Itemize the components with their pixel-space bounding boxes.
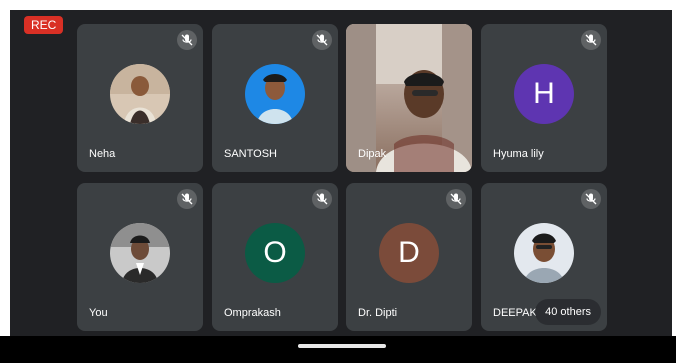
top-crop-strip bbox=[0, 0, 676, 10]
participant-name: Omprakash bbox=[224, 307, 281, 319]
participant-tile-dr-dipti[interactable]: D Dr. Dipti bbox=[346, 183, 472, 331]
mic-muted-icon bbox=[177, 30, 197, 50]
participant-tile-deepak[interactable]: DEEPAK 40 others bbox=[481, 183, 607, 331]
participant-tile-neha[interactable]: Neha bbox=[77, 24, 203, 172]
participant-name: You bbox=[89, 307, 108, 319]
meeting-screen: REC Neha SANTOSH Dipak H Hyuma lily You … bbox=[10, 10, 672, 346]
avatar-letter: D bbox=[398, 236, 420, 269]
participant-tile-omprakash[interactable]: O Omprakash bbox=[212, 183, 338, 331]
participant-name: SANTOSH bbox=[224, 148, 277, 160]
avatar bbox=[514, 223, 574, 283]
mic-muted-icon bbox=[177, 189, 197, 209]
mic-muted-icon bbox=[312, 30, 332, 50]
avatar: O bbox=[245, 223, 305, 283]
mic-muted-icon bbox=[446, 189, 466, 209]
participant-tile-hyuma-lily[interactable]: H Hyuma lily bbox=[481, 24, 607, 172]
avatar bbox=[110, 223, 170, 283]
mic-muted-icon bbox=[581, 189, 601, 209]
avatar: H bbox=[514, 64, 574, 124]
home-indicator[interactable] bbox=[298, 344, 386, 348]
participant-tile-dipak[interactable]: Dipak bbox=[346, 24, 472, 172]
participant-name: DEEPAK bbox=[493, 307, 537, 319]
android-nav-bar bbox=[0, 336, 676, 363]
avatar-letter: O bbox=[263, 236, 287, 269]
avatar bbox=[245, 64, 305, 124]
mic-muted-icon bbox=[581, 30, 601, 50]
others-count-button[interactable]: 40 others bbox=[535, 299, 601, 325]
participant-name: Hyuma lily bbox=[493, 148, 544, 160]
participant-name: Dipak bbox=[358, 148, 387, 160]
recording-badge: REC bbox=[24, 16, 64, 34]
avatar-letter: H bbox=[533, 77, 555, 110]
avatar bbox=[110, 64, 170, 124]
mic-muted-icon bbox=[312, 189, 332, 209]
participant-tile-santosh[interactable]: SANTOSH bbox=[212, 24, 338, 172]
participant-name: Neha bbox=[89, 148, 116, 160]
participant-name: Dr. Dipti bbox=[358, 307, 398, 319]
avatar: D bbox=[379, 223, 439, 283]
participant-tile-you[interactable]: You bbox=[77, 183, 203, 331]
